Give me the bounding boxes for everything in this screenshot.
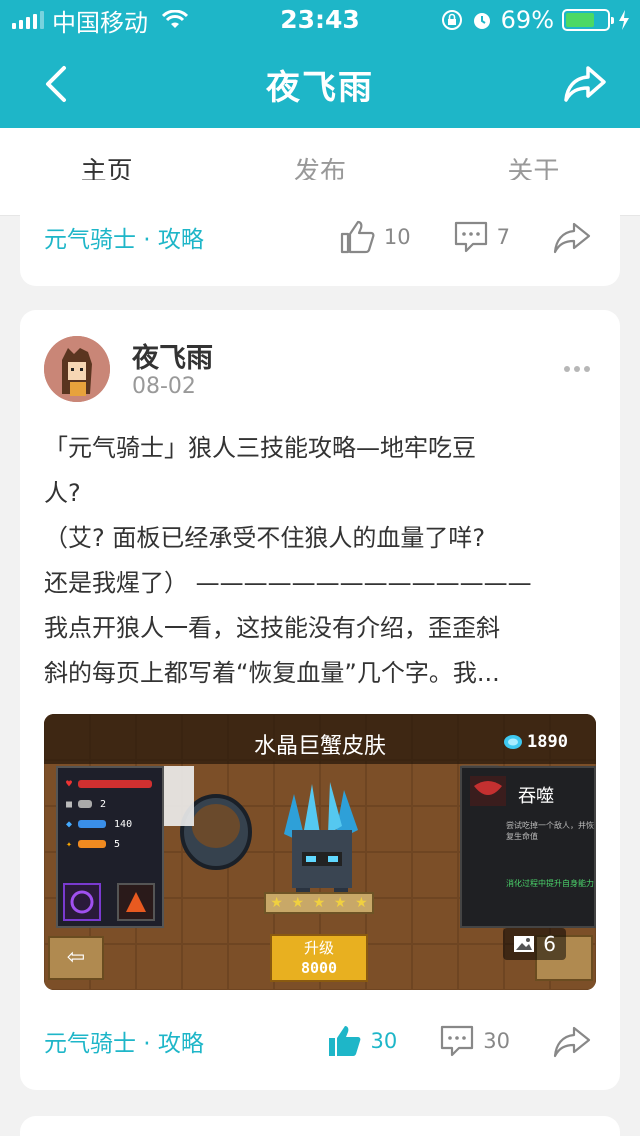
share-post-button[interactable] — [552, 1024, 600, 1058]
post-date: 08-02 — [132, 374, 196, 399]
post-card: 夜飞雨 08-02 「元气骑士」狼人三技能攻略—地牢吃豆 人? （艾? 面板已经… — [20, 310, 620, 1090]
image-icon — [514, 936, 535, 952]
stat-icons — [63, 883, 155, 921]
comment-icon — [454, 221, 487, 253]
battery-percent: 69% — [500, 6, 554, 34]
star-rating: ★ ★ ★ ★ ★ — [264, 892, 374, 914]
post-line: 人? — [44, 479, 81, 507]
thumbs-up-icon — [328, 1026, 360, 1056]
post-line: 还是我煋了） —————————————— — [44, 569, 532, 597]
like-count: 10 — [383, 225, 411, 249]
post-card: 元气骑士 · 攻略 10 7 — [20, 180, 620, 286]
comment-button[interactable]: 30 — [439, 1024, 510, 1058]
gem-counter: 1890 — [503, 732, 568, 752]
status-right: 69% — [441, 6, 630, 34]
armor-stat: ■ 2 — [66, 798, 107, 810]
status-bar: 中国移动 23:43 69% — [0, 0, 640, 40]
upgrade-label: 升级 — [303, 939, 334, 957]
exit-game-icon: ⇦ — [48, 936, 104, 980]
crit-stat: ✦ 5 — [66, 838, 121, 850]
post-body[interactable]: 「元气骑士」狼人三技能攻略—地牢吃豆 人? （艾? 面板已经承受不住狼人的血量了… — [44, 426, 596, 696]
image-count-badge: 6 — [503, 928, 566, 960]
like-button[interactable]: 10 — [340, 220, 411, 254]
battery-fill — [566, 13, 594, 27]
post-tag[interactable]: 元气骑士 · 攻略 — [44, 220, 298, 254]
share-icon — [553, 222, 591, 254]
post-image[interactable]: 水晶巨蟹皮肤 1890 ♥ ■ 2 ◆ 140 ✦ 5 吞噬 尝试吃掉一个敌人，… — [44, 714, 596, 990]
post-line: 我点开狼人一看，这技能没有介绍，歪歪斜 — [44, 614, 500, 642]
comment-button[interactable]: 7 — [453, 220, 510, 254]
gem-icon — [504, 735, 523, 749]
skill-name: 吞噬 — [518, 786, 554, 807]
upgrade-button: 升级 8000 — [270, 934, 368, 982]
skill-note: 消化过程中提升自身能力 — [506, 879, 594, 888]
share-icon[interactable] — [562, 64, 608, 104]
post-footer: 元气骑士 · 攻略 10 7 — [44, 212, 600, 262]
skill-description: 尝试吃掉一个敌人，并恢复生命值 — [506, 821, 594, 841]
gem-count: 1890 — [527, 732, 568, 752]
nav-bar: 夜飞雨 — [0, 40, 640, 128]
post-line: 「元气骑士」狼人三技能攻略—地牢吃豆 — [44, 434, 476, 462]
avatar-image — [44, 336, 110, 402]
image-count: 6 — [543, 932, 556, 956]
post-tag[interactable]: 元气骑士 · 攻略 — [44, 1024, 285, 1058]
share-post-button[interactable] — [552, 220, 600, 254]
post-card — [20, 1116, 620, 1136]
upgrade-cost: 8000 — [300, 959, 338, 977]
charging-icon — [619, 10, 629, 30]
like-button[interactable]: 30 — [327, 1024, 398, 1058]
post-footer: 元气骑士 · 攻略 30 30 — [44, 1016, 600, 1066]
stats-panel: ♥ ■ 2 ◆ 140 ✦ 5 — [56, 766, 164, 928]
post-line: 斜的每页上都写着“恢复血量”几个字。我... — [44, 659, 500, 687]
energy-stat: ◆ 140 — [66, 818, 133, 830]
thumbs-up-icon — [340, 220, 375, 254]
health-stat: ♥ — [66, 774, 162, 794]
energy-value: 140 — [114, 818, 133, 830]
avatar[interactable] — [44, 336, 110, 402]
crit-value: 5 — [114, 838, 121, 850]
armor-value: 2 — [100, 798, 107, 810]
author-name[interactable]: 夜飞雨 — [132, 336, 213, 375]
post-line: （艾? 面板已经承受不住狼人的血量了咩? — [44, 524, 486, 552]
skill-panel: 吞噬 尝试吃掉一个敌人，并恢复生命值 消化过程中提升自身能力 — [460, 766, 596, 928]
like-count: 30 — [370, 1029, 398, 1053]
page-title: 夜飞雨 — [266, 68, 374, 108]
alarm-icon — [473, 13, 490, 29]
rotation-lock-icon — [441, 10, 462, 30]
devour-skill-icon — [470, 776, 506, 806]
comment-count: 30 — [483, 1029, 510, 1053]
more-options-button[interactable] — [564, 366, 590, 372]
battery-icon — [562, 9, 614, 31]
comment-icon — [441, 1025, 474, 1057]
comment-count: 7 — [496, 225, 510, 249]
share-icon — [553, 1026, 591, 1058]
